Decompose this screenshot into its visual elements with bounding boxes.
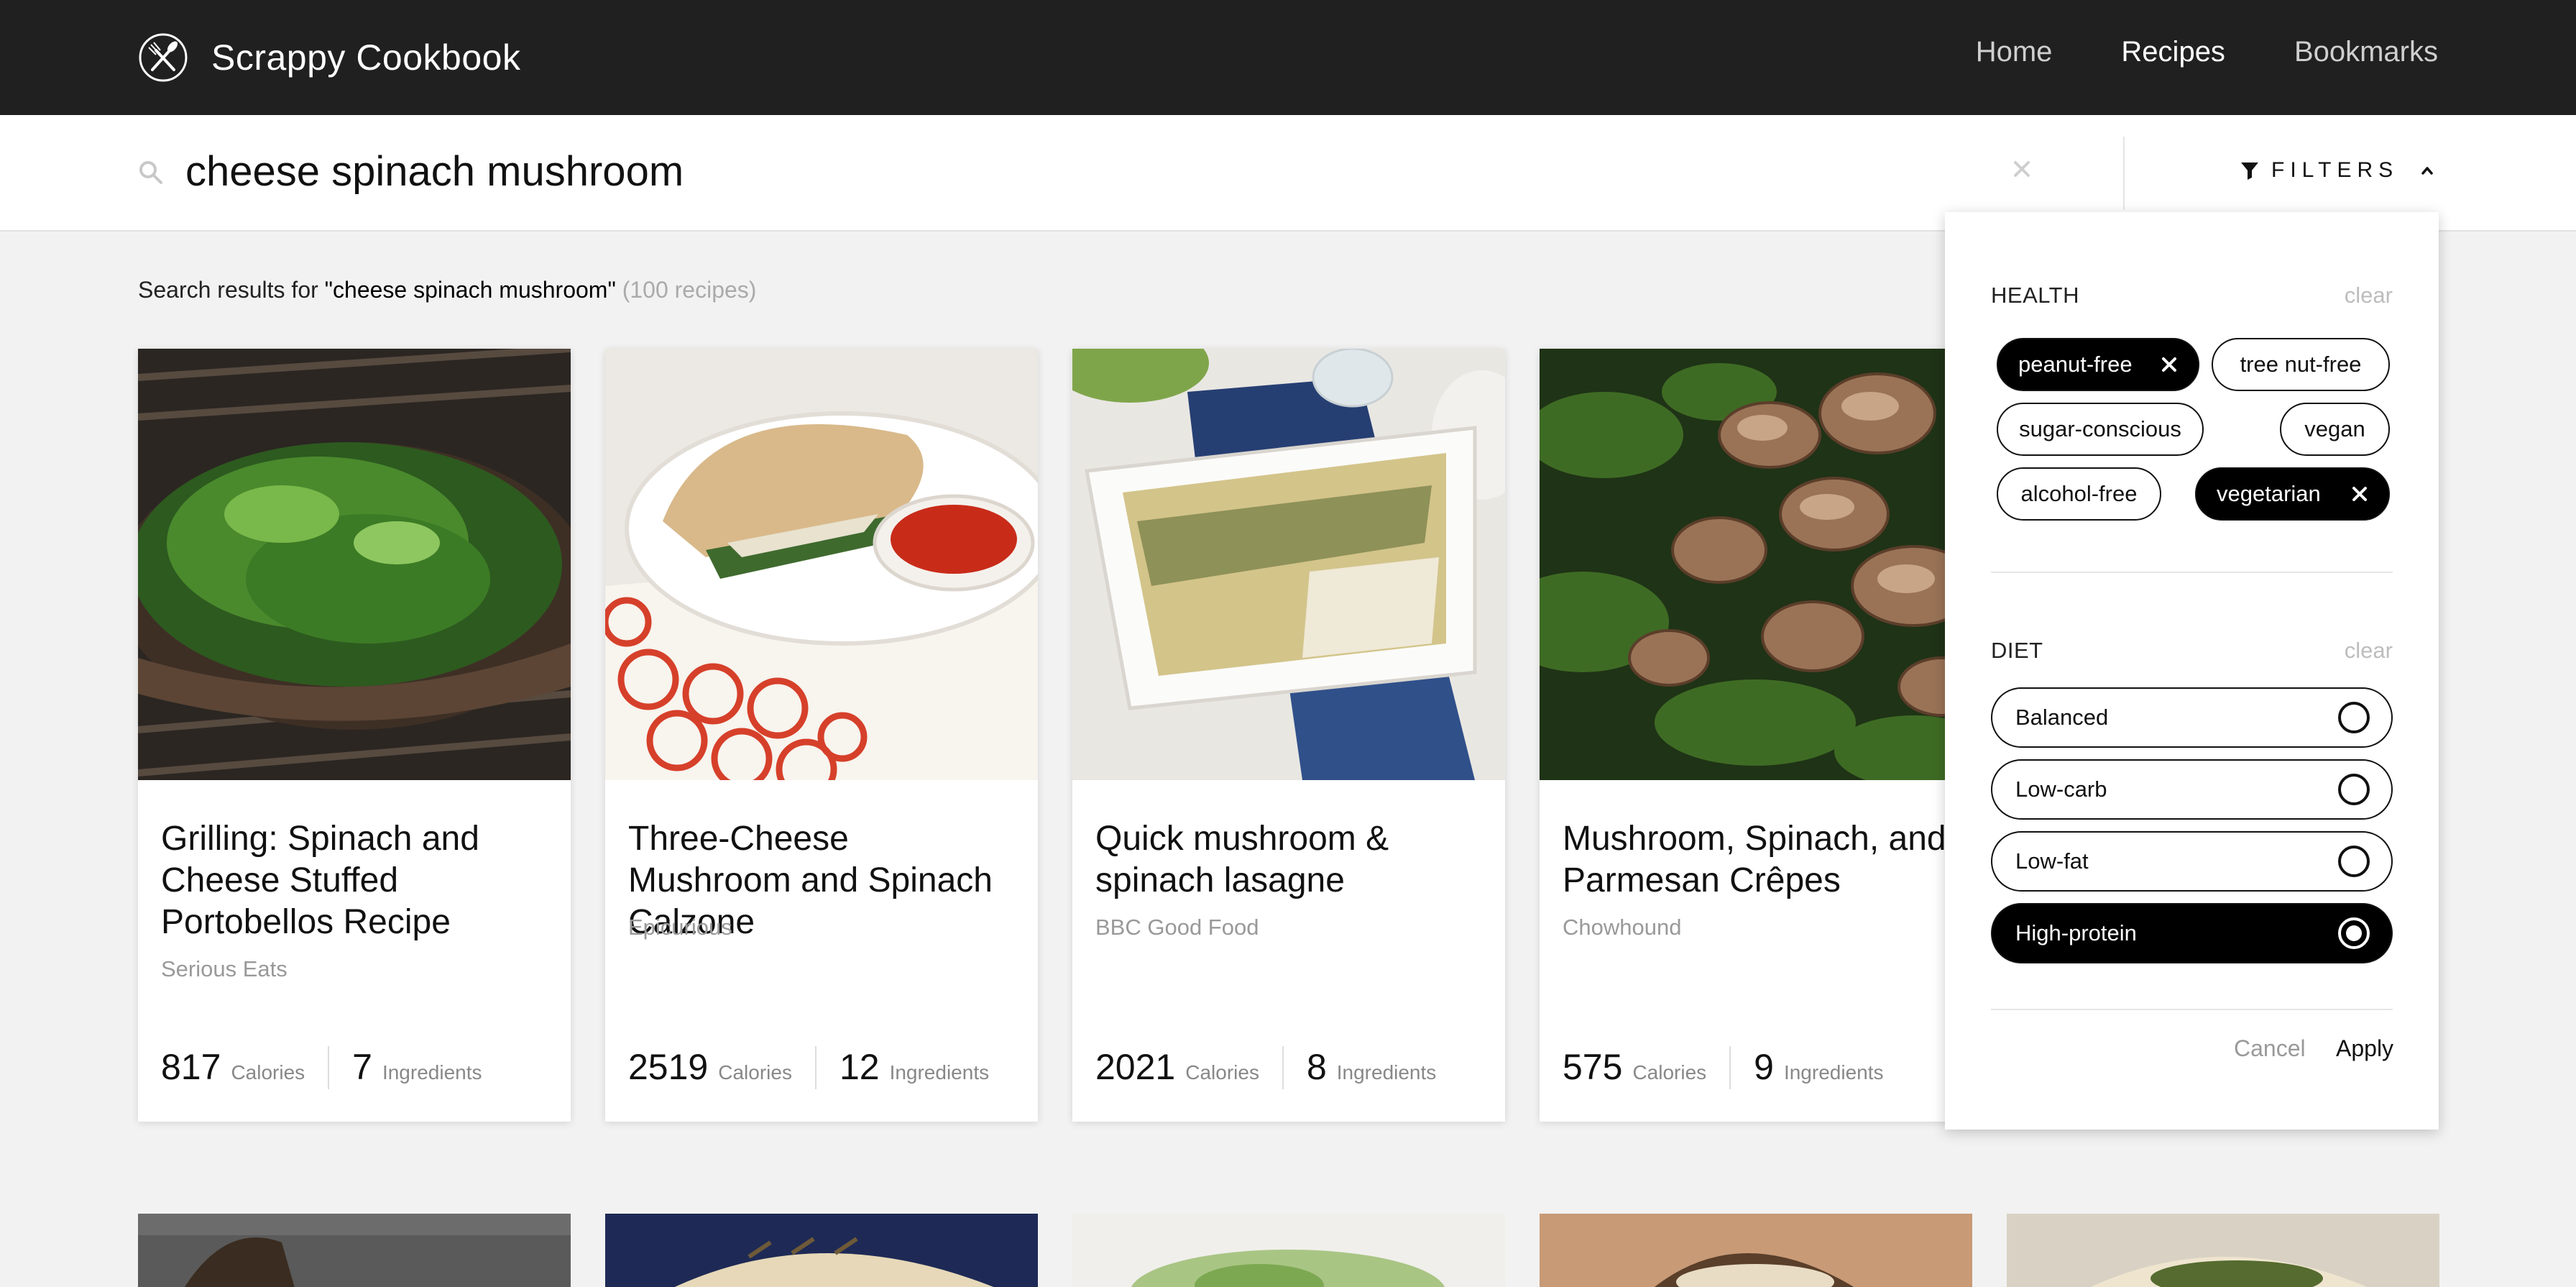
- filters-button[interactable]: FILTERS: [2240, 158, 2436, 183]
- recipe-card[interactable]: Grilling: Spinach and Cheese Stuffed Por…: [138, 349, 571, 1122]
- recipe-title[interactable]: Grilling: Spinach and Cheese Stuffed Por…: [161, 818, 549, 943]
- stats-divider: [1282, 1046, 1284, 1089]
- recipe-card-image[interactable]: [2007, 1214, 2439, 1287]
- remove-icon[interactable]: [2351, 485, 2368, 503]
- recipe-title[interactable]: Mushroom, Spinach, and Parmesan Crêpes: [1563, 818, 1951, 902]
- recipe-source: BBC Good Food: [1095, 915, 1259, 940]
- results-summary: Search results for "cheese spinach mushr…: [138, 277, 756, 303]
- calories-label: Calories: [1632, 1061, 1707, 1084]
- ingredients-value: 9: [1754, 1047, 1774, 1087]
- stats-divider: [328, 1046, 330, 1089]
- remove-icon[interactable]: [2161, 356, 2178, 373]
- calories-label: Calories: [1185, 1061, 1259, 1084]
- chip-label: peanut-free: [2018, 352, 2133, 377]
- main-nav: Home Recipes Bookmarks: [1976, 36, 2438, 68]
- ingredients-label: Ingredients: [382, 1061, 482, 1084]
- nav-bookmarks[interactable]: Bookmarks: [2294, 36, 2438, 68]
- health-clear-link[interactable]: clear: [2345, 283, 2393, 308]
- chip-vegetarian[interactable]: vegetarian: [2195, 467, 2390, 521]
- results-prefix: Search results for: [138, 277, 325, 303]
- recipe-card-image[interactable]: [1072, 1214, 1505, 1287]
- radio-unchecked-icon: [2338, 846, 2370, 877]
- ingredients-value: 7: [352, 1047, 372, 1087]
- apply-button[interactable]: Apply: [2336, 1035, 2393, 1062]
- results-query: "cheese spinach mushroom": [324, 277, 616, 303]
- diet-clear-link[interactable]: clear: [2345, 638, 2393, 664]
- calories-value: 2519: [628, 1047, 709, 1087]
- diet-option-label: Low-carb: [2015, 777, 2107, 802]
- results-count: (100 recipes): [622, 277, 757, 303]
- ingredients-value: 12: [839, 1047, 880, 1087]
- chevron-up-icon: [2421, 167, 2433, 175]
- recipe-card[interactable]: Mushroom, Spinach, and Parmesan Crêpes C…: [1540, 349, 1972, 1122]
- recipe-card-image[interactable]: [605, 1214, 1038, 1287]
- search-icon: [139, 161, 162, 184]
- recipe-stats: 817 Calories 7 Ingredients: [161, 1046, 482, 1089]
- ingredients-label: Ingredients: [1336, 1061, 1437, 1084]
- nav-recipes[interactable]: Recipes: [2121, 36, 2225, 68]
- recipe-image[interactable]: [1072, 349, 1505, 780]
- calories-label: Calories: [718, 1061, 792, 1084]
- calories-label: Calories: [231, 1061, 305, 1084]
- chip-vegan[interactable]: vegan: [2280, 403, 2390, 456]
- recipe-image[interactable]: [138, 349, 571, 780]
- recipe-card[interactable]: Quick mushroom & spinach lasagne BBC Goo…: [1072, 349, 1505, 1122]
- diet-option-label: Low-fat: [2015, 848, 2089, 874]
- diet-option-high-protein[interactable]: High-protein: [1991, 903, 2393, 963]
- health-heading: HEALTH: [1991, 283, 2080, 308]
- diet-heading: DIET: [1991, 638, 2043, 663]
- ingredients-label: Ingredients: [1783, 1061, 1884, 1084]
- chip-peanut-free[interactable]: peanut-free: [1997, 338, 2199, 391]
- recipe-card-image[interactable]: [1540, 1214, 1972, 1287]
- recipe-card[interactable]: Three-Cheese Mushroom and Spinach Calzon…: [605, 349, 1038, 1122]
- radio-checked-icon: [2338, 917, 2370, 949]
- chip-label: tree nut-free: [2240, 352, 2362, 377]
- recipe-source: Serious Eats: [161, 956, 288, 981]
- search-input[interactable]: [185, 135, 1946, 207]
- radio-unchecked-icon: [2338, 774, 2370, 805]
- chip-alcohol-free[interactable]: alcohol-free: [1997, 467, 2161, 521]
- logo[interactable]: Scrappy Cookbook: [138, 32, 520, 83]
- ingredients-value: 8: [1306, 1047, 1327, 1087]
- section-divider: [1991, 572, 2393, 573]
- recipe-image[interactable]: [605, 349, 1038, 780]
- filters-panel: HEALTH clear peanut-free tree nut-free s…: [1945, 212, 2439, 1130]
- nav-home[interactable]: Home: [1976, 36, 2053, 68]
- stats-divider: [814, 1046, 816, 1089]
- chip-label: vegetarian: [2217, 481, 2321, 506]
- calories-value: 817: [161, 1047, 221, 1087]
- recipe-source: Chowhound: [1563, 915, 1682, 940]
- section-divider: [1991, 1009, 2393, 1010]
- chip-label: vegan: [2304, 416, 2365, 441]
- recipe-stats: 575 Calories 9 Ingredients: [1563, 1046, 1884, 1089]
- recipe-image[interactable]: [1540, 349, 1972, 780]
- recipe-stats: 2021 Calories 8 Ingredients: [1095, 1046, 1436, 1089]
- cancel-button[interactable]: Cancel: [2234, 1035, 2306, 1062]
- calories-value: 2021: [1095, 1047, 1176, 1087]
- fork-knife-icon: [139, 33, 188, 82]
- diet-option-low-fat[interactable]: Low-fat: [1991, 831, 2393, 892]
- ingredients-label: Ingredients: [889, 1061, 990, 1084]
- recipe-card-image[interactable]: [138, 1214, 571, 1287]
- diet-option-low-carb[interactable]: Low-carb: [1991, 759, 2393, 820]
- funnel-icon: [2241, 162, 2258, 180]
- chip-sugar-conscious[interactable]: sugar-conscious: [1997, 403, 2204, 456]
- radio-unchecked-icon: [2338, 702, 2370, 733]
- recipe-stats: 2519 Calories 12 Ingredients: [628, 1046, 989, 1089]
- chip-label: sugar-conscious: [2019, 416, 2181, 441]
- diet-option-label: Balanced: [2015, 705, 2109, 730]
- stats-divider: [1729, 1046, 1731, 1089]
- search-divider: [2123, 137, 2125, 210]
- filters-label: FILTERS: [2271, 158, 2399, 182]
- top-nav-bar: Scrappy Cookbook Home Recipes Bookmarks: [0, 0, 2576, 115]
- app-title: Scrappy Cookbook: [211, 37, 521, 78]
- calories-value: 575: [1563, 1047, 1623, 1087]
- recipe-title[interactable]: Quick mushroom & spinach lasagne: [1095, 818, 1484, 902]
- recipe-source: Epicurious: [628, 915, 732, 940]
- diet-option-balanced[interactable]: Balanced: [1991, 687, 2393, 748]
- chip-tree-nut-free[interactable]: tree nut-free: [2212, 338, 2390, 391]
- chip-label: alcohol-free: [2020, 481, 2138, 506]
- clear-search-icon[interactable]: [2011, 158, 2033, 180]
- diet-option-label: High-protein: [2015, 920, 2137, 945]
